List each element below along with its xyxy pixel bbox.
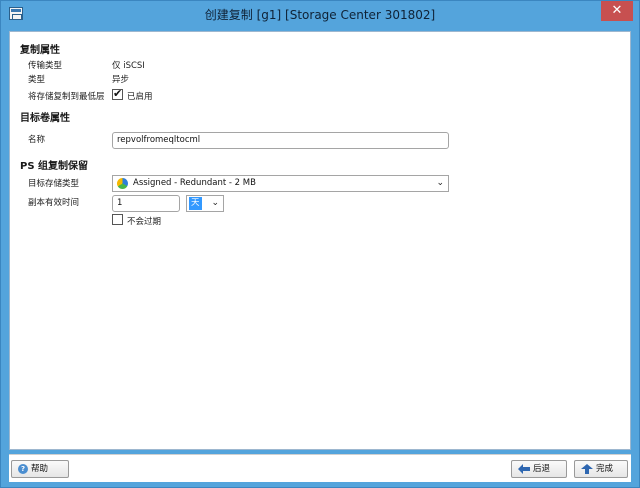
dialog-content: 复制属性 传输类型 仅 iSCSI 类型 异步 将存储复制到最低层 已启用 目标… bbox=[9, 31, 631, 450]
volume-name-input[interactable]: repvolfromeqltocml bbox=[112, 132, 449, 149]
window-title: 创建复制 [g1] [Storage Center 301802] bbox=[204, 8, 436, 22]
transport-type-label: 传输类型 bbox=[28, 61, 63, 71]
storage-type-select[interactable]: Assigned - Redundant - 2 MB ⌄ bbox=[112, 175, 449, 192]
close-icon: ✕ bbox=[611, 3, 623, 18]
lowest-tier-checkbox[interactable] bbox=[112, 87, 123, 100]
finish-button[interactable]: 完成 bbox=[574, 460, 628, 478]
title-bar[interactable]: 创建复制 [g1] [Storage Center 301802] ✕ bbox=[1, 1, 639, 27]
replication-props-heading: 复制属性 bbox=[20, 45, 60, 56]
storage-type-value: Assigned - Redundant - 2 MB bbox=[133, 178, 256, 188]
finish-arrow-icon bbox=[581, 461, 593, 477]
storage-type-icon bbox=[117, 178, 128, 189]
back-arrow-icon bbox=[518, 461, 530, 477]
type-label: 类型 bbox=[28, 75, 46, 85]
back-button[interactable]: 后退 bbox=[511, 460, 567, 478]
lowest-tier-label: 将存储复制到最低层 bbox=[28, 92, 105, 102]
help-icon: ? bbox=[18, 463, 28, 474]
back-label: 后退 bbox=[533, 464, 551, 474]
expire-unit-value: 天 bbox=[189, 197, 202, 210]
finish-label: 完成 bbox=[596, 464, 614, 474]
ps-group-heading: PS 组复制保留 bbox=[20, 161, 89, 172]
dialog-footer: ? 帮助 后退 完成 bbox=[9, 454, 631, 482]
never-expire-label: 不会过期 bbox=[127, 217, 162, 227]
expire-label: 副本有效时间 bbox=[28, 198, 80, 208]
volume-name-label: 名称 bbox=[28, 135, 46, 145]
help-label: 帮助 bbox=[31, 464, 49, 474]
target-volume-heading: 目标卷属性 bbox=[20, 113, 70, 124]
transport-type-value: 仅 iSCSI bbox=[112, 61, 145, 71]
never-expire-checkbox[interactable] bbox=[112, 214, 123, 225]
help-button[interactable]: ? 帮助 bbox=[11, 460, 69, 478]
dialog-window: 创建复制 [g1] [Storage Center 301802] ✕ 复制属性… bbox=[0, 0, 640, 488]
lowest-tier-value: 已启用 bbox=[127, 92, 153, 102]
chevron-down-icon: ⌄ bbox=[436, 178, 444, 188]
expire-unit-select[interactable]: 天 ⌄ bbox=[186, 195, 224, 212]
storage-type-label: 目标存储类型 bbox=[28, 179, 80, 189]
close-button[interactable]: ✕ bbox=[601, 1, 633, 21]
type-value: 异步 bbox=[112, 75, 130, 85]
expire-input[interactable]: 1 bbox=[112, 195, 180, 212]
chevron-down-icon: ⌄ bbox=[211, 198, 219, 208]
